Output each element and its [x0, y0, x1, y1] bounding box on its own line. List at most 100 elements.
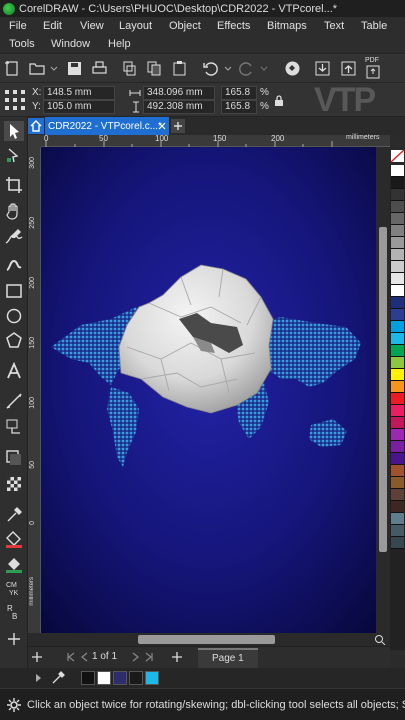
palette-swatch[interactable]: [391, 201, 404, 213]
vertical-scroll-thumb[interactable]: [379, 227, 387, 552]
polygon-tool-icon[interactable]: [4, 330, 24, 350]
menu-layout[interactable]: Layout: [119, 20, 152, 32]
import-icon[interactable]: [314, 60, 331, 77]
first-page-icon[interactable]: [66, 652, 76, 662]
add-page-before-icon[interactable]: [32, 652, 42, 662]
palette-swatch[interactable]: [391, 285, 404, 297]
palette-swatch[interactable]: [391, 177, 404, 189]
redo-dropdown-icon[interactable]: [256, 60, 273, 77]
eyedropper-icon[interactable]: [51, 671, 65, 685]
expand-palette-icon[interactable]: [35, 673, 43, 683]
palette-swatch[interactable]: [391, 537, 404, 549]
horizontal-scrollbar[interactable]: [28, 633, 390, 646]
palette-swatch[interactable]: [391, 513, 404, 525]
menu-tools[interactable]: Tools: [9, 38, 35, 50]
palette-swatch[interactable]: [391, 225, 404, 237]
horizontal-ruler[interactable]: 0 50 100 150 200 millimeters: [41, 134, 390, 147]
menu-effects[interactable]: Effects: [217, 20, 250, 32]
palette-swatch[interactable]: [391, 273, 404, 285]
parallel-dimension-icon[interactable]: [4, 391, 24, 411]
pan-tool-icon[interactable]: [4, 201, 24, 221]
scale-height-field[interactable]: 165.8: [221, 100, 257, 114]
menu-file[interactable]: File: [9, 20, 27, 32]
vertical-scrollbar[interactable]: [376, 147, 390, 633]
height-field[interactable]: 492.308 mm: [143, 100, 215, 114]
smart-fill-icon[interactable]: [4, 554, 24, 574]
document-color-swatch[interactable]: [129, 671, 143, 685]
palette-swatch[interactable]: [391, 321, 404, 333]
palette-swatch[interactable]: [391, 261, 404, 273]
vertical-ruler[interactable]: 300 250 200 150 100 50 0 millimeters: [28, 147, 41, 633]
palette-swatch[interactable]: [391, 357, 404, 369]
menu-view[interactable]: View: [80, 20, 104, 32]
document-color-swatch[interactable]: [145, 671, 159, 685]
menu-help[interactable]: Help: [108, 38, 131, 50]
lock-ratio-icon[interactable]: [274, 94, 284, 107]
new-tab-icon[interactable]: [171, 119, 185, 133]
palette-swatch[interactable]: [391, 441, 404, 453]
close-tab-icon[interactable]: [158, 122, 166, 130]
redo-icon[interactable]: [238, 60, 255, 77]
previous-page-icon[interactable]: [80, 652, 90, 662]
menu-edit[interactable]: Edit: [43, 20, 62, 32]
palette-swatch[interactable]: [391, 213, 404, 225]
palette-swatch[interactable]: [391, 249, 404, 261]
add-page-after-icon[interactable]: [172, 652, 182, 662]
shape-tool-icon[interactable]: [4, 146, 24, 166]
palette-swatch[interactable]: [391, 405, 404, 417]
home-icon[interactable]: [28, 118, 44, 134]
undo-dropdown-icon[interactable]: [220, 60, 237, 77]
palette-swatch[interactable]: [391, 477, 404, 489]
rectangle-tool-icon[interactable]: [4, 281, 24, 301]
document-color-swatch[interactable]: [113, 671, 127, 685]
open-folder-icon[interactable]: [29, 60, 46, 77]
color-model-icon[interactable]: CMYK: [4, 578, 24, 598]
menu-bitmaps[interactable]: Bitmaps: [267, 20, 307, 32]
tab-document[interactable]: CDR2022 - VTPcorel.c...*: [45, 117, 169, 135]
scale-width-field[interactable]: 165.8: [221, 86, 257, 100]
dropdown-arrow-icon[interactable]: [46, 60, 63, 77]
drop-shadow-icon[interactable]: [4, 448, 24, 468]
palette-swatch[interactable]: [391, 381, 404, 393]
document-color-swatch[interactable]: [97, 671, 111, 685]
palette-swatch[interactable]: [391, 369, 404, 381]
transparency-tool-icon[interactable]: [4, 474, 24, 494]
print-icon[interactable]: [91, 60, 108, 77]
no-color-swatch-icon[interactable]: [390, 147, 405, 165]
drawing-canvas[interactable]: [41, 147, 376, 633]
last-page-icon[interactable]: [144, 652, 154, 662]
page-1-tab[interactable]: Page 1: [198, 648, 258, 668]
y-position-field[interactable]: 105.0 mm: [43, 100, 115, 114]
gear-icon[interactable]: [7, 697, 21, 712]
ruler-origin[interactable]: [28, 135, 41, 147]
copy-icon[interactable]: [146, 60, 163, 77]
palette-swatch[interactable]: [391, 393, 404, 405]
artistic-media-icon[interactable]: [4, 255, 24, 275]
palette-swatch[interactable]: [391, 297, 404, 309]
crop-tool-icon[interactable]: [4, 175, 24, 195]
palette-swatch[interactable]: [391, 165, 404, 177]
ellipse-tool-icon[interactable]: [4, 306, 24, 326]
add-tool-icon[interactable]: [8, 632, 20, 646]
rgb-model-icon[interactable]: RB: [4, 602, 24, 622]
paste-icon[interactable]: [171, 60, 188, 77]
document-color-swatch[interactable]: [81, 671, 95, 685]
interactive-fill-icon[interactable]: [4, 529, 24, 549]
palette-swatch[interactable]: [391, 333, 404, 345]
undo-icon[interactable]: [202, 60, 219, 77]
eyedropper-tool-icon[interactable]: [4, 505, 24, 525]
save-icon[interactable]: [66, 60, 83, 77]
text-tool-icon[interactable]: [4, 361, 24, 381]
palette-swatch[interactable]: [391, 429, 404, 441]
palette-swatch[interactable]: [391, 309, 404, 321]
menu-window[interactable]: Window: [51, 38, 90, 50]
new-document-icon[interactable]: [4, 60, 21, 77]
menu-object[interactable]: Object: [169, 20, 201, 32]
menu-text[interactable]: Text: [324, 20, 344, 32]
connector-tool-icon[interactable]: [4, 417, 24, 437]
cut-icon[interactable]: [121, 60, 138, 77]
next-page-icon[interactable]: [130, 652, 140, 662]
palette-swatch[interactable]: [391, 453, 404, 465]
horizontal-scroll-thumb[interactable]: [138, 635, 275, 644]
pick-tool-icon[interactable]: [4, 121, 24, 141]
